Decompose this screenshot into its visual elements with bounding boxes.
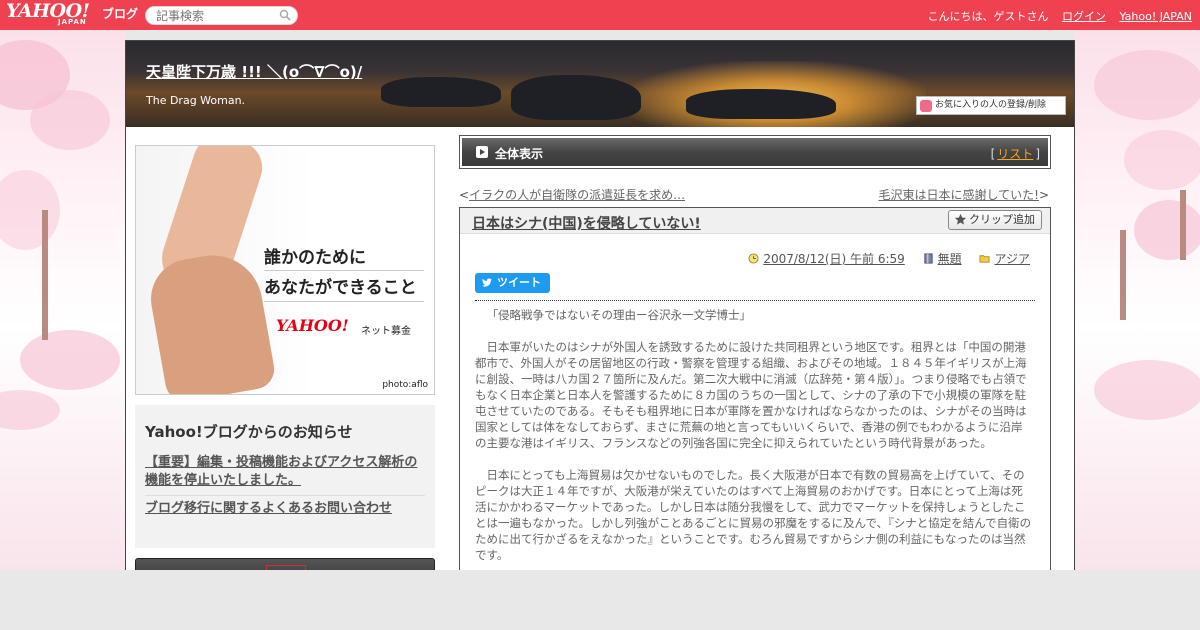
favorite-register-button[interactable]: お気に入りの人の登録/削除	[916, 96, 1066, 115]
ad-headline-1: 誰かのために	[264, 248, 366, 268]
prev-article-nav: <イラクの人が自衛隊の派遣延長を求め…	[459, 188, 686, 202]
greeting-text: こんにちは、ゲストさん	[927, 10, 1049, 23]
blog-title[interactable]: 天皇陛下万歳 !!! ＼(o⌒∇⌒o)/	[146, 61, 362, 82]
prev-article-link[interactable]: イラクの人が自衛隊の派遣延長を求め…	[469, 188, 685, 202]
notice-link-important[interactable]: 【重要】編集・投稿機能およびアクセス解析の機能を停止いたしました。	[145, 450, 425, 496]
donation-ad-banner[interactable]: 誰かのために あなたができること YAHOO! ネット募金 photo:aflo	[135, 145, 435, 395]
arrow-right-icon	[476, 146, 488, 158]
blog-logo-label[interactable]: ブログ	[102, 5, 138, 22]
star-icon	[954, 213, 967, 225]
page-footer-area	[0, 570, 1200, 630]
article-meta: 2007/8/12(日) 午前 6:59 無題 アジア	[734, 250, 1030, 267]
category-all-label[interactable]: 全体表示	[495, 145, 543, 162]
article-book-link[interactable]: 無題	[938, 252, 962, 266]
article-divider	[475, 300, 1035, 301]
article-header: 日本はシナ(中国)を侵略していない! クリップ追加	[460, 208, 1050, 234]
blog-header: 天皇陛下万歳 !!! ＼(o⌒∇⌒o)/ The Drag Woman. お気に…	[126, 41, 1074, 127]
sakura-background-left	[0, 30, 126, 570]
top-links: こんにちは、ゲストさん ログイン Yahoo! JAPAN	[927, 8, 1192, 24]
article-category-link[interactable]: アジア	[994, 252, 1030, 266]
clock-icon	[748, 253, 759, 264]
article-title[interactable]: 日本はシナ(中国)を侵略していない!	[472, 213, 701, 233]
yahoo-japan-link[interactable]: Yahoo! JAPAN	[1119, 10, 1192, 23]
heart-icon	[920, 100, 932, 112]
next-article-nav: 毛沢東は日本に感謝していた!>	[878, 188, 1049, 202]
search-icon[interactable]	[279, 9, 291, 21]
ad-headline-2: あなたができること	[264, 278, 417, 298]
ad-yahoo-logo: YAHOO!	[276, 316, 349, 335]
article-body: 「侵略戦争ではないその理由ー谷沢永一文学博士」 日本軍がいたのはシナが外国人を誘…	[475, 307, 1033, 570]
folder-icon	[979, 255, 991, 263]
blog-frame: 天皇陛下万歳 !!! ＼(o⌒∇⌒o)/ The Drag Woman. お気に…	[125, 40, 1075, 570]
blog-subtitle: The Drag Woman.	[146, 94, 246, 107]
notice-link-faq[interactable]: ブログ移行に関するよくあるお問い合わせ	[145, 496, 425, 523]
search-input[interactable]	[156, 8, 276, 23]
search-box	[145, 6, 298, 25]
favorite-register-label: お気に入りの人の登録/削除	[935, 100, 1047, 110]
article-paragraph: 日本にとっても上海貿易は欠かせないものでした。長く大阪港が日本で有数の貿易高を上…	[475, 468, 1032, 562]
category-bar: 全体表示 [リスト]	[459, 135, 1051, 169]
article-date-link[interactable]: 2007/8/12(日) 午前 6:59	[763, 252, 904, 266]
notice-box: Yahoo!ブログからのお知らせ 【重要】編集・投稿機能およびアクセス解析の機能…	[135, 405, 435, 548]
article-paragraph: 「侵略戦争ではないその理由ー谷沢永一文学博士」	[486, 308, 752, 322]
book-icon	[924, 253, 933, 264]
yahoo-logo-sub: JAPAN	[58, 18, 87, 26]
ad-photo-credit: photo:aflo	[382, 380, 428, 390]
login-link[interactable]: ログイン	[1062, 10, 1106, 23]
ad-logo-sub: ネット募金	[361, 326, 411, 337]
sakura-background-right	[1074, 30, 1200, 570]
twitter-bird-icon	[482, 278, 492, 287]
clip-add-button[interactable]: クリップ追加	[948, 210, 1042, 230]
tweet-label: ツイート	[497, 276, 541, 289]
tweet-button[interactable]: ツイート	[475, 273, 550, 293]
article: 日本はシナ(中国)を侵略していない! クリップ追加 2007/8/12(日) 午…	[459, 207, 1051, 570]
article-paragraph: 日本軍がいたのはシナが外国人を誘致するために設けた共同租界という地区です。租界と…	[475, 340, 1027, 450]
sidebar-module-header	[135, 558, 435, 570]
next-article-link[interactable]: 毛沢東は日本に感謝していた!	[878, 188, 1038, 202]
category-list: [リスト]	[990, 147, 1040, 161]
top-bar: YAHOO! JAPAN ブログ こんにちは、ゲストさん ログイン Yahoo!…	[0, 0, 1200, 30]
list-link[interactable]: リスト	[997, 147, 1033, 161]
clip-add-label: クリップ追加	[969, 213, 1035, 226]
notice-title: Yahoo!ブログからのお知らせ	[145, 423, 353, 441]
